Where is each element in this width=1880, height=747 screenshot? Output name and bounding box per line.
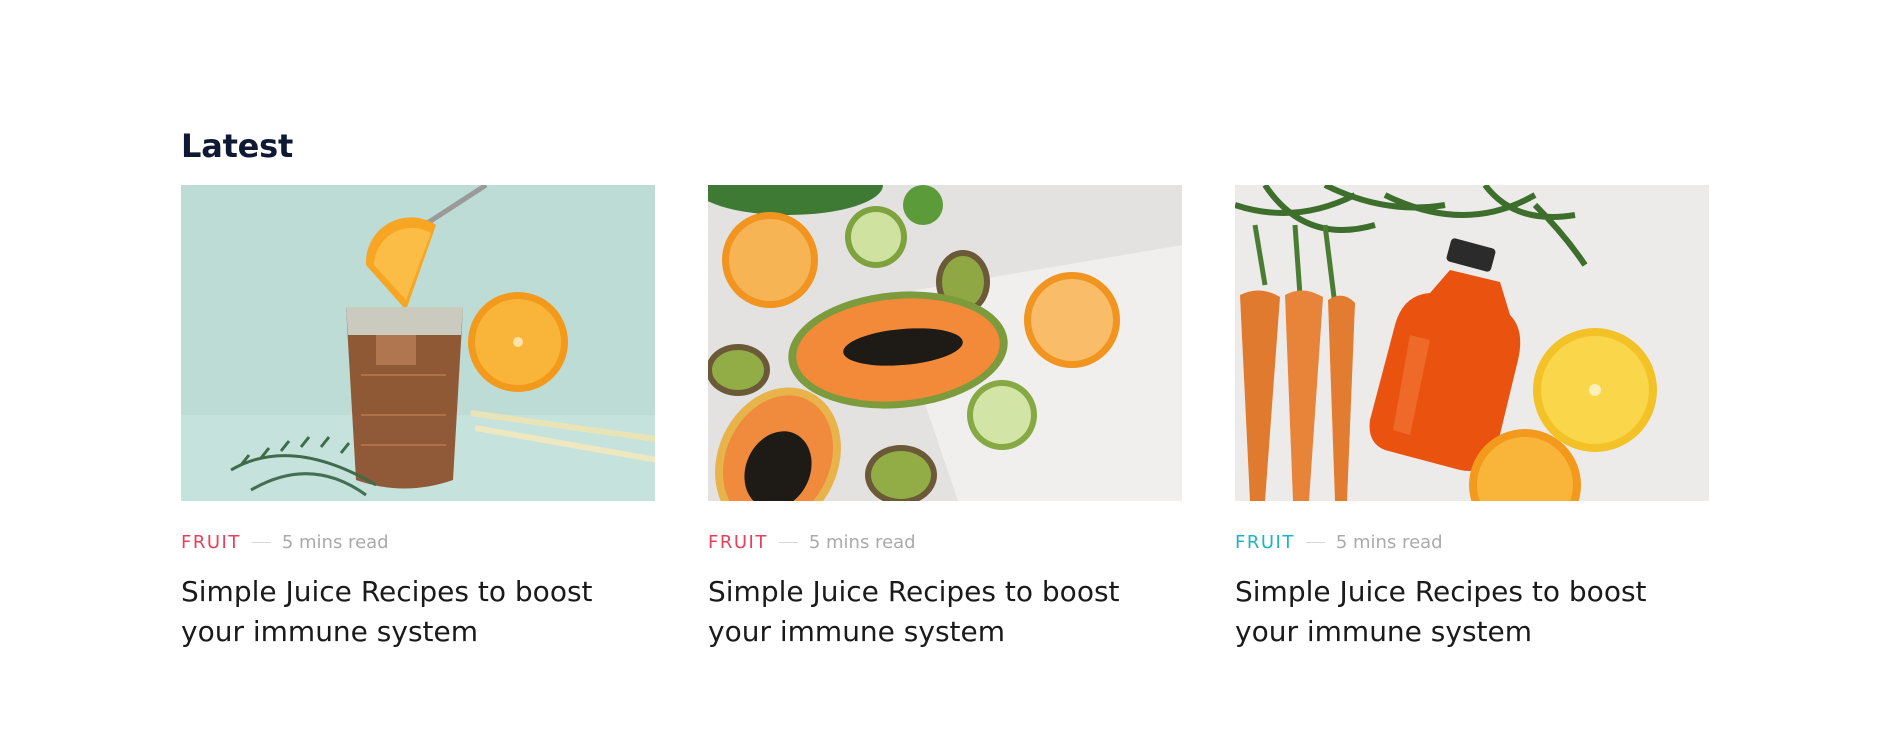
carrot-juice-image	[1235, 185, 1709, 501]
papaya-fruit-image	[708, 185, 1182, 501]
article-title[interactable]: Simple Juice Recipes to boost your immun…	[181, 572, 601, 652]
read-time: 5 mins read	[1335, 531, 1443, 553]
article-image[interactable]	[181, 185, 655, 501]
article-card[interactable]: FRUIT 5 mins read Simple Juice Recipes t…	[1235, 185, 1709, 652]
meta-divider	[1305, 541, 1325, 543]
article-meta: FRUIT 5 mins read	[181, 531, 655, 553]
read-time: 5 mins read	[281, 531, 389, 553]
article-image[interactable]	[708, 185, 1182, 501]
article-title[interactable]: Simple Juice Recipes to boost your immun…	[1235, 572, 1655, 652]
article-card[interactable]: FRUIT 5 mins read Simple Juice Recipes t…	[181, 185, 655, 652]
article-meta: FRUIT 5 mins read	[1235, 531, 1709, 553]
article-image[interactable]	[1235, 185, 1709, 501]
section-title: Latest	[181, 126, 294, 165]
meta-divider	[778, 541, 798, 543]
category-tag[interactable]: FRUIT	[1235, 532, 1295, 553]
meta-divider	[251, 541, 271, 543]
article-card[interactable]: FRUIT 5 mins read Simple Juice Recipes t…	[708, 185, 1182, 652]
read-time: 5 mins read	[808, 531, 916, 553]
article-meta: FRUIT 5 mins read	[708, 531, 1182, 553]
iced-tea-image	[181, 185, 655, 501]
article-title[interactable]: Simple Juice Recipes to boost your immun…	[708, 572, 1128, 652]
category-tag[interactable]: FRUIT	[708, 532, 768, 553]
category-tag[interactable]: FRUIT	[181, 532, 241, 553]
